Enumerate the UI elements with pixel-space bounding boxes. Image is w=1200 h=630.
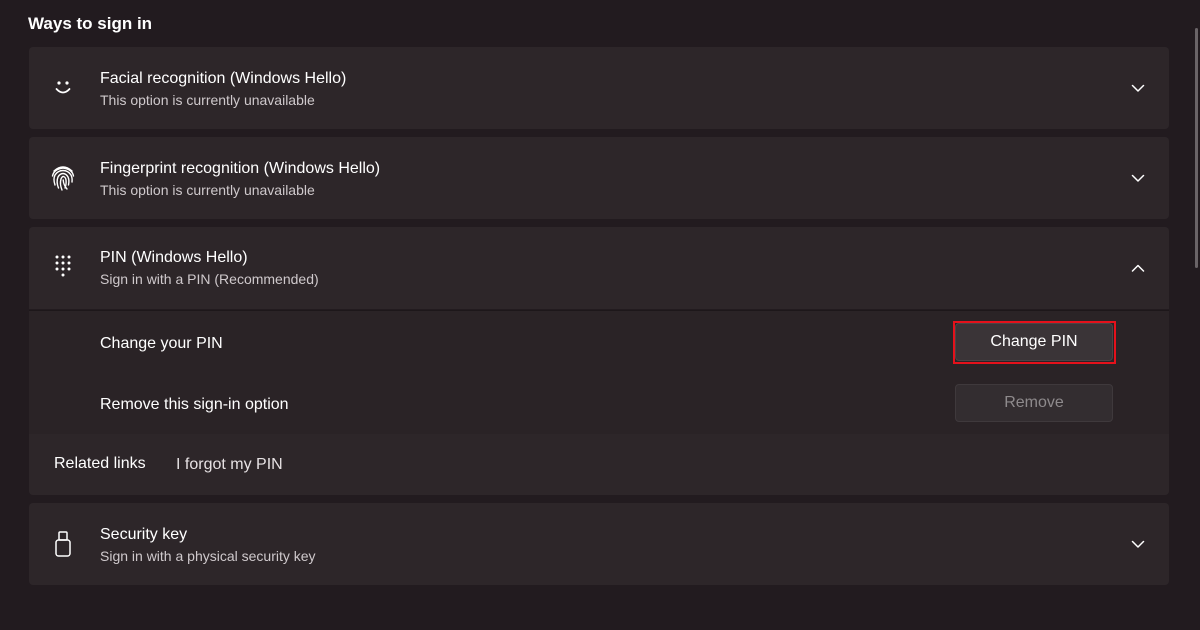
remove-option-label: Remove this sign-in option bbox=[100, 396, 289, 413]
fingerprint-recognition-card[interactable]: Fingerprint recognition (Windows Hello) … bbox=[29, 137, 1169, 219]
security-key-title: Security key bbox=[100, 526, 188, 543]
pin-expanded-panel: Change your PIN Change PIN Remove this s… bbox=[29, 310, 1169, 495]
related-links-section: Related links I forgot my PIN bbox=[29, 434, 1169, 495]
chevron-down-icon[interactable] bbox=[1129, 79, 1147, 97]
pin-title: PIN (Windows Hello) bbox=[100, 249, 248, 266]
section-title: Ways to sign in bbox=[28, 14, 153, 33]
pin-card[interactable]: PIN (Windows Hello) Sign in with a PIN (… bbox=[29, 227, 1169, 309]
change-pin-button[interactable]: Change PIN bbox=[955, 323, 1113, 361]
remove-button[interactable]: Remove bbox=[955, 384, 1113, 422]
security-key-subtitle: Sign in with a physical security key bbox=[100, 548, 316, 564]
related-links-label: Related links bbox=[54, 455, 146, 472]
facial-recognition-subtitle: This option is currently unavailable bbox=[100, 92, 315, 108]
smiley-face-icon bbox=[49, 74, 77, 102]
facial-recognition-card[interactable]: Facial recognition (Windows Hello) This … bbox=[29, 47, 1169, 129]
keypad-icon bbox=[49, 253, 77, 281]
chevron-down-icon[interactable] bbox=[1129, 169, 1147, 187]
usb-key-icon bbox=[49, 530, 77, 558]
fingerprint-title: Fingerprint recognition (Windows Hello) bbox=[100, 160, 381, 177]
forgot-pin-link[interactable]: I forgot my PIN bbox=[176, 456, 283, 474]
scrollbar[interactable] bbox=[1195, 28, 1198, 268]
chevron-up-icon[interactable] bbox=[1129, 259, 1147, 277]
fingerprint-icon bbox=[49, 164, 77, 192]
fingerprint-subtitle: This option is currently unavailable bbox=[100, 182, 315, 198]
chevron-down-icon[interactable] bbox=[1129, 535, 1147, 553]
facial-recognition-title: Facial recognition (Windows Hello) bbox=[100, 70, 347, 87]
change-pin-label: Change your PIN bbox=[100, 335, 223, 352]
pin-subtitle: Sign in with a PIN (Recommended) bbox=[100, 271, 319, 287]
security-key-card[interactable]: Security key Sign in with a physical sec… bbox=[29, 503, 1169, 585]
